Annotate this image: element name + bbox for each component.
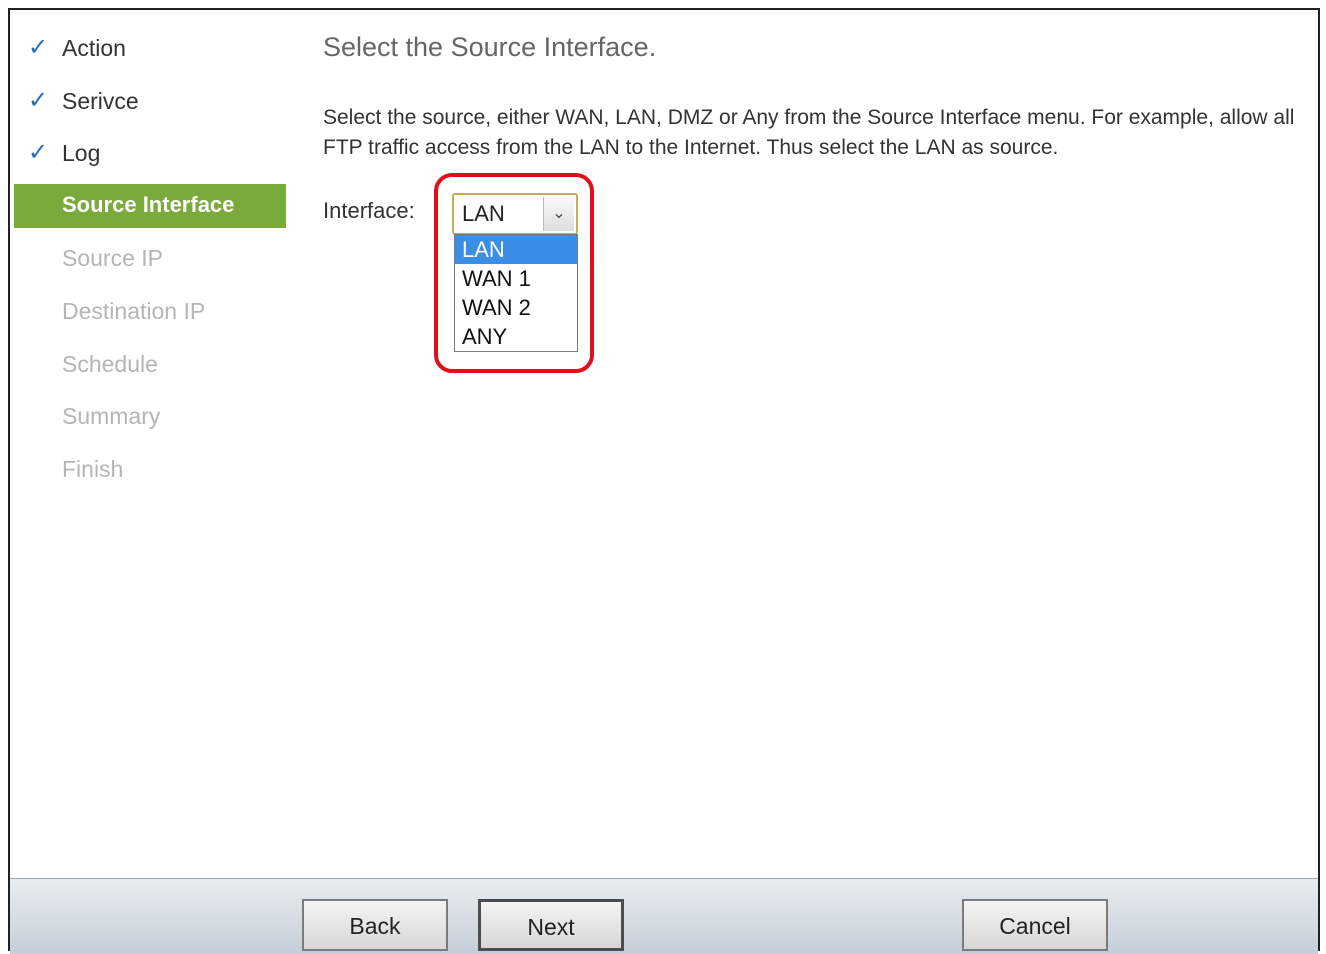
step-destination-ip: Destination IP [14, 289, 286, 342]
step-finish: Finish [14, 447, 286, 500]
wizard-footer: Back Next Cancel [10, 878, 1318, 954]
interface-select-value: LAN [462, 201, 505, 226]
chevron-down-icon[interactable]: ⌄ [543, 197, 574, 231]
step-label: Source IP [62, 245, 163, 272]
step-source-ip: Source IP [14, 236, 286, 289]
interface-label: Interface: [323, 198, 415, 223]
step-source-interface: Source Interface [14, 183, 286, 228]
wizard-steps-sidebar: ✓ Action ✓ Serivce ✓ Log Source Interfac… [14, 26, 286, 499]
page-title: Select the Source Interface. [323, 32, 657, 62]
step-service: ✓ Serivce [14, 79, 286, 132]
checkmark-icon: ✓ [28, 139, 49, 167]
step-label: Schedule [62, 350, 158, 377]
step-label: Destination IP [62, 297, 206, 324]
cancel-button[interactable]: Cancel [962, 899, 1108, 951]
next-button[interactable]: Next [478, 899, 624, 951]
option-any[interactable]: ANY [455, 322, 577, 351]
step-summary: Summary [14, 394, 286, 447]
interface-options-list: LAN WAN 1 WAN 2 ANY [454, 234, 578, 352]
checkmark-icon: ✓ [28, 34, 49, 61]
step-label: Source Interface [62, 191, 235, 217]
step-log: ✓ Log [14, 131, 286, 184]
step-schedule: Schedule [14, 342, 286, 395]
option-lan[interactable]: LAN [455, 235, 577, 264]
option-wan1[interactable]: WAN 1 [455, 264, 577, 293]
step-label: Action [62, 35, 126, 61]
back-button[interactable]: Back [302, 899, 448, 951]
interface-select[interactable]: LAN ⌄ [452, 193, 578, 235]
step-label: Log [62, 140, 101, 167]
checkmark-icon: ✓ [28, 86, 49, 114]
step-label: Serivce [62, 87, 139, 114]
step-label: Finish [62, 455, 124, 482]
page-description: Select the source, either WAN, LAN, DMZ … [323, 106, 1295, 159]
step-action: ✓ Action [14, 26, 286, 79]
step-label: Summary [62, 403, 161, 430]
option-wan2[interactable]: WAN 2 [455, 293, 577, 322]
wizard-window: ✓ Action ✓ Serivce ✓ Log Source Interfac… [8, 8, 1320, 954]
